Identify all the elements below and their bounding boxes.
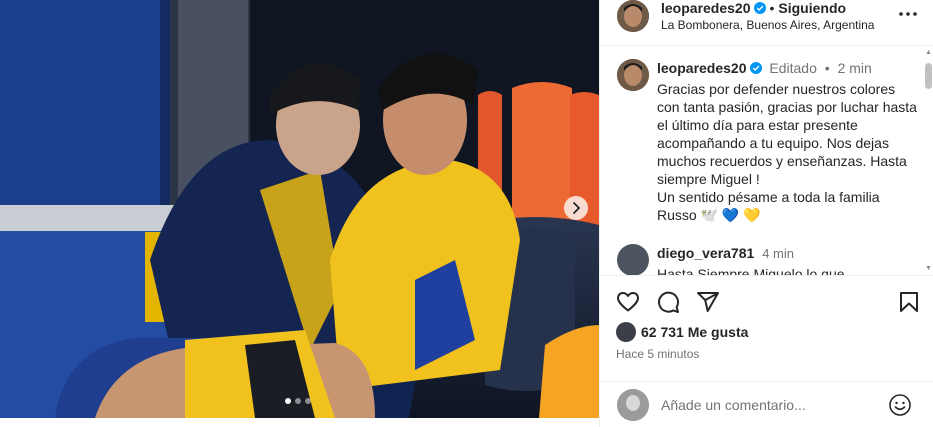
post-caption: leoparedes20 Editado • 2 min Gracias por…	[657, 59, 919, 224]
carousel-indicator	[285, 398, 311, 404]
send-icon	[697, 292, 719, 312]
post-header: leoparedes20 • Siguiendo La Bombonera, Bue…	[600, 0, 933, 46]
post-actions: 62 731 Me gusta Hace 5 minutos	[600, 275, 933, 393]
post-media[interactable]	[0, 0, 599, 418]
comment-text: Hasta Siempre Miguelo lo que	[657, 266, 845, 275]
liker-avatar	[616, 322, 636, 342]
post-timestamp[interactable]: Hace 5 minutos	[616, 347, 699, 361]
author-avatar[interactable]	[617, 0, 649, 32]
current-user-avatar	[617, 389, 649, 421]
scroll-thumb[interactable]	[925, 63, 932, 89]
bookmark-icon	[900, 292, 918, 312]
likes-row[interactable]: 62 731 Me gusta	[616, 322, 748, 342]
likes-count[interactable]: 62 731 Me gusta	[641, 324, 748, 340]
post-sidebar: leoparedes20 • Siguiendo La Bombonera, Bue…	[599, 0, 933, 427]
more-options-button[interactable]	[898, 4, 918, 24]
comment-input[interactable]	[661, 394, 881, 416]
comment-username[interactable]: diego_vera781	[657, 245, 754, 261]
save-button[interactable]	[897, 290, 921, 314]
author-line: leoparedes20 • Siguiendo	[661, 0, 846, 16]
edited-label: Editado	[769, 60, 817, 76]
comment-icon	[658, 291, 680, 313]
verified-badge-icon	[749, 62, 762, 74]
comment-button[interactable]	[656, 290, 680, 314]
commenter-avatar[interactable]	[617, 244, 649, 275]
post-photo	[0, 0, 599, 418]
carousel-dot	[305, 398, 311, 404]
emoji-button[interactable]	[888, 393, 912, 417]
caption-text: Gracias por defender nuestros colores co…	[657, 81, 917, 223]
author-username[interactable]: leoparedes20	[661, 0, 751, 16]
carousel-dot	[295, 398, 301, 404]
caption-username[interactable]: leoparedes20	[657, 60, 747, 76]
chevron-right-icon	[573, 202, 581, 214]
carousel-dot	[285, 398, 291, 404]
like-button[interactable]	[616, 290, 640, 314]
verified-badge-icon	[753, 2, 766, 14]
share-button[interactable]	[696, 290, 720, 314]
separator-dot: •	[824, 60, 830, 76]
caption-time[interactable]: 2 min	[838, 60, 872, 76]
comments-section: leoparedes20 Editado • 2 min Gracias por…	[600, 47, 933, 275]
add-comment-bar	[600, 381, 933, 427]
avatar-image	[617, 59, 649, 91]
carousel-next-button[interactable]	[564, 196, 588, 220]
more-icon	[899, 12, 917, 16]
comment-time[interactable]: 4 min	[762, 246, 794, 261]
avatar-image	[617, 389, 649, 421]
scroll-up-arrow[interactable]: ▲	[925, 49, 932, 57]
emoji-icon	[889, 394, 911, 416]
heart-icon	[617, 292, 639, 312]
follow-status-button[interactable]: Siguiendo	[778, 0, 846, 16]
comments-scrollbar[interactable]: ▲ ▼	[925, 49, 932, 273]
separator-dot: •	[769, 0, 775, 16]
post-location[interactable]: La Bombonera, Buenos Aires, Argentina	[661, 17, 874, 33]
avatar-image	[617, 0, 649, 32]
comment-item: diego_vera781 4 min Hasta Siempre Miguel…	[657, 244, 919, 275]
caption-author-avatar[interactable]	[617, 59, 649, 91]
scroll-down-arrow[interactable]: ▼	[925, 265, 932, 273]
